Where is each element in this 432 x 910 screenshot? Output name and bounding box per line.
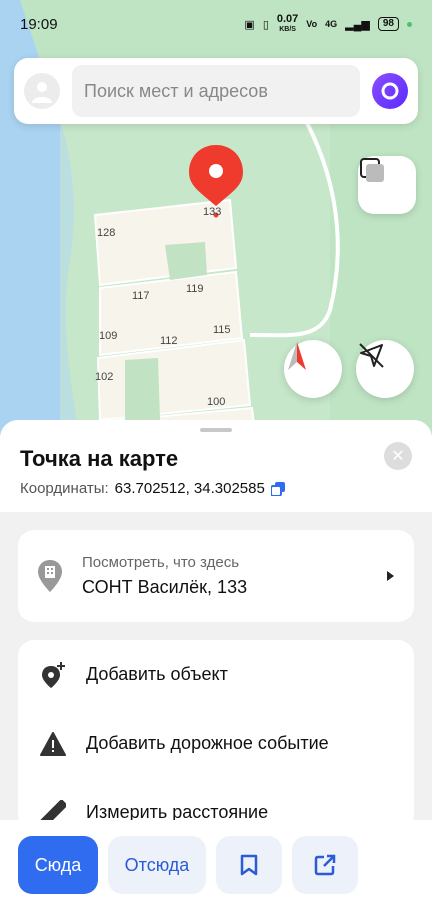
battery-icon: 98: [377, 17, 399, 31]
bookmark-button[interactable]: [216, 836, 282, 894]
compass-icon: [288, 342, 306, 370]
route-to-button[interactable]: Сюда: [18, 836, 98, 894]
user-icon: [32, 82, 52, 103]
avatar[interactable]: [24, 73, 60, 109]
sheet-header: Точка на карте ✕ Координаты: 63.702512, …: [0, 420, 432, 512]
net-speed-value: 0.07: [276, 12, 299, 25]
whats-here-text: Посмотреть, что здесь СОНТ Василёк, 133: [82, 554, 387, 598]
privacy-dot-icon: [407, 21, 412, 27]
search-input[interactable]: Поиск мест и адресов: [72, 65, 360, 117]
actions-list: Добавить объект Добавить дорожное событи…: [18, 640, 414, 830]
status-bar: 19:09 ▣ ▯ 0.07 KB/S Vo 4G ▂▄▆ 98: [0, 0, 432, 48]
layers-button[interactable]: [358, 156, 416, 214]
status-time: 19:09: [20, 15, 58, 33]
network-type: 4G: [325, 19, 338, 29]
drag-handle[interactable]: [200, 428, 232, 432]
bottom-toolbar: Сюда Отсюда: [0, 820, 432, 910]
chevron-right-icon: [387, 571, 394, 581]
map-label: 109: [99, 330, 118, 342]
map-label-pin: 133: [203, 206, 222, 218]
coordinates-label: Координаты:: [20, 480, 109, 497]
my-location-button[interactable]: [356, 340, 414, 398]
coordinates-value[interactable]: 63.702512, 34.302585: [115, 480, 265, 497]
net-speed-unit: KB/S: [279, 25, 296, 33]
map-label: 119: [186, 283, 204, 295]
whats-here-address: СОНТ Василёк, 133: [82, 577, 248, 597]
layers-icon: [360, 158, 384, 182]
vibrate-icon: ▯: [262, 18, 269, 31]
page-title: Точка на карте: [20, 446, 179, 471]
bookmark-icon: [240, 854, 258, 876]
add-object-item[interactable]: Добавить объект: [18, 640, 414, 709]
whats-here-card[interactable]: Посмотреть, что здесь СОНТ Василёк, 133: [18, 530, 414, 622]
map-label: 112: [160, 335, 178, 347]
add-road-event-label: Добавить дорожное событие: [86, 733, 329, 753]
route-from-button[interactable]: Отсюда: [108, 836, 206, 894]
map-label: 128: [97, 227, 116, 239]
compass-button[interactable]: [284, 340, 342, 398]
map-label: 100: [207, 396, 226, 408]
location-off-icon: [359, 343, 384, 368]
close-icon: ✕: [391, 448, 405, 465]
share-icon: [314, 854, 336, 876]
signal-icon: ▂▄▆: [345, 18, 370, 31]
add-object-label: Добавить объект: [86, 664, 228, 684]
status-icons: ▣ ▯ 0.07 KB/S Vo 4G ▂▄▆ 98: [244, 12, 412, 34]
map-label: 102: [95, 371, 114, 383]
nfc-icon: ▣: [244, 18, 255, 31]
share-button[interactable]: [292, 836, 358, 894]
map-label: 115: [213, 324, 231, 336]
search-bar: Поиск мест и адресов: [14, 58, 418, 124]
copy-icon[interactable]: [270, 481, 285, 496]
close-button[interactable]: ✕: [384, 442, 412, 470]
whats-here-label: Посмотреть, что здесь: [82, 554, 240, 571]
net-speed: 0.07 KB/S: [276, 12, 299, 34]
warning-icon: [40, 731, 66, 757]
alice-icon: [381, 82, 399, 100]
coordinates: Координаты: 63.702512, 34.302585: [20, 480, 285, 497]
add-road-event-item[interactable]: Добавить дорожное событие: [18, 709, 414, 778]
alice-button[interactable]: [372, 73, 408, 109]
building-pin-icon: [38, 560, 62, 592]
volte-icon: Vo: [306, 19, 318, 29]
add-place-icon: [40, 661, 66, 688]
map-label: 117: [132, 290, 150, 302]
